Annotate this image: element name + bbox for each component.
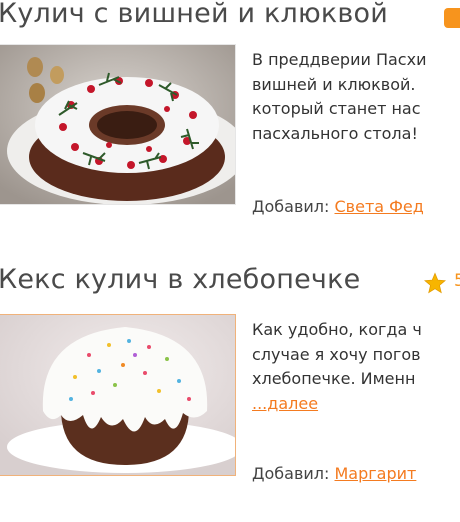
author-link[interactable]: Маргарит [335, 464, 417, 483]
added-by-label: Добавил: [252, 464, 330, 483]
recipe-author: Добавил: Света Фед [252, 197, 424, 216]
recipe-title-link[interactable]: Кекс кулич в хлебопечке [0, 264, 360, 295]
recipe-author: Добавил: Маргарит [252, 464, 416, 483]
rating-value: 5 [454, 271, 460, 291]
description-line: случае я хочу погов [252, 344, 421, 364]
read-more-link[interactable]: ...далее [252, 392, 460, 417]
recipe-description: Как удобно, когда ч случае я хочу погов … [252, 318, 460, 416]
added-by-label: Добавил: [252, 197, 330, 216]
comment-badge-icon[interactable] [444, 8, 460, 28]
kulich-wreath-image [0, 45, 235, 204]
recipe-description: В преддверии Пасхи вишней и клюквой. кот… [252, 48, 460, 146]
kulich-breadmaker-image [0, 315, 235, 475]
description-line: пасхального стола! [252, 123, 418, 143]
description-line: хлебопечке. Именн [252, 369, 416, 388]
description-line: В преддверии Пасхи [252, 50, 427, 69]
description-line: вишней и клюквой. [252, 74, 416, 94]
recipe-title-link[interactable]: Кулич с вишней и клюквой [0, 0, 388, 29]
author-link[interactable]: Света Фед [335, 197, 424, 216]
star-icon [424, 272, 446, 294]
description-line: Как удобно, когда ч [252, 320, 422, 339]
recipe-photo[interactable] [0, 44, 236, 205]
recipe-photo[interactable] [0, 314, 236, 476]
description-line: который станет нас [252, 99, 421, 118]
